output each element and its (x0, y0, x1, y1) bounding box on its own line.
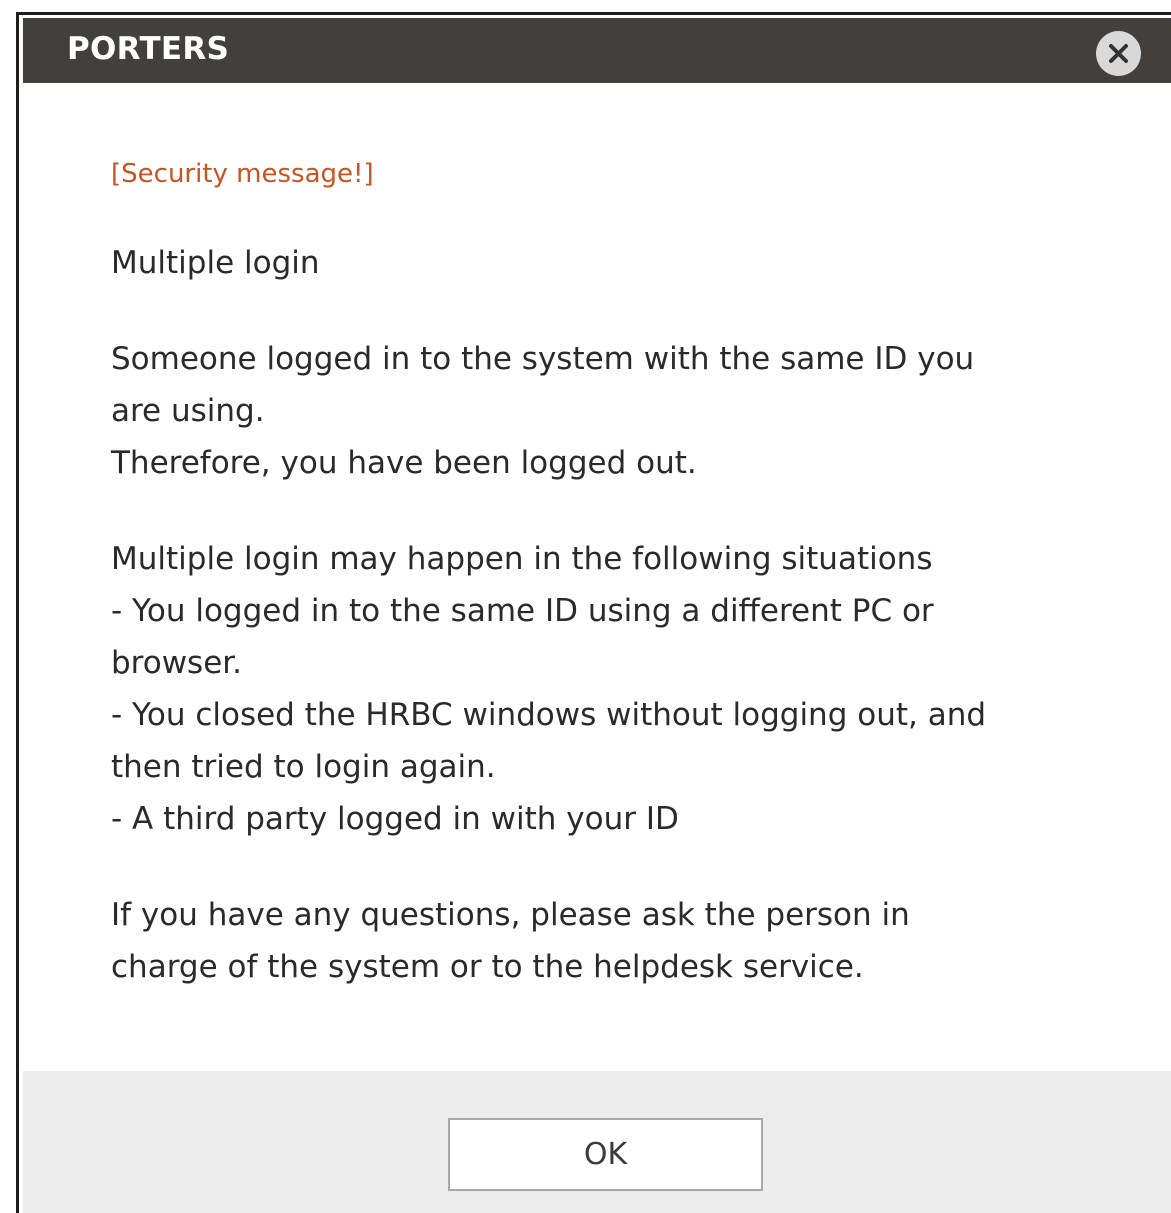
dialog-titlebar: PORTERS (23, 18, 1171, 83)
message-line: - A third party logged in with your ID (111, 801, 679, 837)
help-text: If you have any questions, please ask th… (111, 889, 1151, 993)
message-line: Therefore, you have been logged out. (111, 445, 697, 481)
logout-explanation: Someone logged in to the system with the… (111, 333, 1151, 489)
dialog-title: PORTERS (67, 31, 230, 67)
close-button[interactable] (1096, 31, 1141, 76)
message-line: are using. (111, 393, 265, 429)
message-line: Someone logged in to the system with the… (111, 341, 975, 377)
message-line: - You logged in to the same ID using a d… (111, 593, 934, 629)
security-dialog: PORTERS [Security message!] Multiple log… (16, 12, 1171, 1213)
security-label: [Security message!] (111, 159, 374, 189)
message-line: then tried to login again. (111, 749, 496, 785)
message-line: charge of the system or to the helpdesk … (111, 949, 864, 985)
dialog-body: [Security message!] Multiple login Someo… (111, 155, 1151, 993)
message-line: If you have any questions, please ask th… (111, 897, 910, 933)
message-line: Multiple login may happen in the followi… (111, 541, 933, 577)
message-line: - You closed the HRBC windows without lo… (111, 697, 987, 733)
close-icon (1109, 44, 1128, 63)
situations-list: Multiple login may happen in the followi… (111, 533, 1151, 845)
ok-button[interactable]: OK (448, 1118, 763, 1191)
message-heading: Multiple login (111, 245, 320, 281)
dialog-footer: OK (23, 1071, 1171, 1213)
message-line: browser. (111, 645, 243, 681)
